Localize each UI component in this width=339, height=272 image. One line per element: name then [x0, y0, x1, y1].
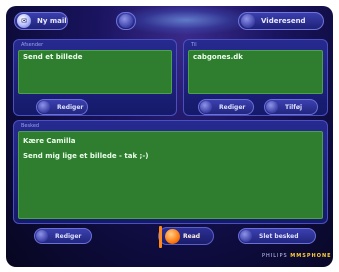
to-add-label: Tilføj — [285, 103, 302, 111]
edit-icon — [200, 101, 212, 113]
read-label: Read — [183, 232, 201, 240]
selection-indicator — [159, 226, 162, 248]
left-nav-button[interactable] — [116, 12, 136, 30]
forward-icon — [241, 14, 255, 28]
delete-message-label: Slet besked — [259, 232, 299, 240]
to-edit-button[interactable]: Rediger — [198, 99, 254, 115]
brand-logo: PHILIPS MMSPHONE — [262, 253, 332, 259]
add-icon — [266, 101, 278, 113]
bottom-edit-label: Rediger — [55, 232, 82, 240]
from-field[interactable]: Send et billede — [18, 50, 172, 94]
title-glow — [116, 6, 256, 34]
read-icon — [165, 229, 180, 244]
forward-button[interactable]: Videresend — [238, 12, 324, 30]
message-line-1: Kære Camilla — [23, 137, 76, 145]
from-panel-label: Afsender — [21, 42, 44, 48]
brand-right: MMSPHONE — [290, 253, 332, 259]
mail-icon: ✉ — [17, 14, 31, 28]
message-panel: Besked Kære Camilla Send mig lige et bil… — [13, 120, 328, 224]
message-panel-label: Besked — [21, 123, 40, 129]
to-field[interactable]: cabgones.dk — [188, 50, 323, 94]
from-panel: Afsender Send et billede Rediger — [13, 39, 177, 116]
brand-left: PHILIPS — [262, 253, 288, 259]
new-mail-button[interactable]: ✉ Ny mail — [14, 12, 68, 30]
top-bar: ✉ Ny mail Videresend — [6, 6, 333, 36]
delete-icon — [240, 230, 252, 242]
forward-label: Videresend — [261, 17, 306, 25]
to-value: cabgones.dk — [193, 53, 243, 61]
to-panel-label: Til — [191, 42, 197, 48]
delete-message-button[interactable]: Slet besked — [238, 228, 316, 244]
bottom-edit-button[interactable]: Rediger — [34, 228, 92, 244]
new-mail-label: Ny mail — [37, 17, 67, 25]
message-field[interactable]: Kære Camilla Send mig lige et billede - … — [18, 131, 323, 219]
message-line-2: Send mig lige et billede - tak ;-) — [23, 152, 149, 160]
from-edit-button[interactable]: Rediger — [36, 99, 88, 115]
read-button[interactable]: Read — [158, 226, 214, 248]
to-add-button[interactable]: Tilføj — [264, 99, 318, 115]
to-edit-label: Rediger — [219, 103, 246, 111]
from-value: Send et billede — [23, 53, 83, 61]
from-edit-label: Rediger — [57, 103, 84, 111]
to-panel: Til cabgones.dk Rediger Tilføj — [183, 39, 328, 116]
phone-screen: ✉ Ny mail Videresend Afsender Send et bi… — [6, 6, 333, 267]
edit-icon — [38, 101, 50, 113]
edit-icon — [36, 230, 48, 242]
nav-left-icon — [119, 14, 133, 28]
